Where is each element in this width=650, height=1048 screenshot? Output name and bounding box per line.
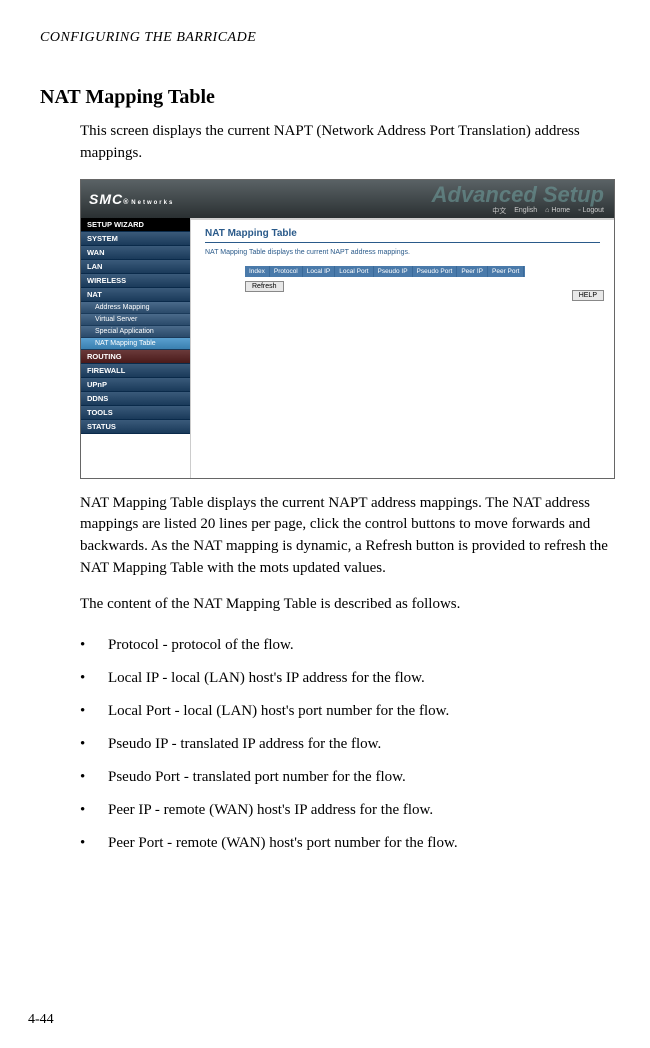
col-pseudo-port: Pseudo Port xyxy=(413,266,458,277)
intro-paragraph: This screen displays the current NAPT (N… xyxy=(80,121,610,165)
nav-address-mapping[interactable]: Address Mapping xyxy=(81,302,190,314)
list-item: Local Port - local (LAN) host's port num… xyxy=(80,695,610,728)
nav-nat[interactable]: NAT xyxy=(81,288,190,302)
nav-setup-wizard[interactable]: SETUP WIZARD xyxy=(81,218,190,232)
logo-text: SMC xyxy=(89,191,123,207)
logo-subtitle: Networks xyxy=(131,200,174,206)
nav-tools[interactable]: TOOLS xyxy=(81,406,190,420)
col-index: Index xyxy=(245,266,270,277)
list-item: Pseudo IP - translated IP address for th… xyxy=(80,728,610,761)
screenshot-sidebar: SETUP WIZARD SYSTEM WAN LAN WIRELESS NAT… xyxy=(81,218,191,478)
logout-icon: ◦ xyxy=(578,207,580,214)
topbar-links: 中文 English ⌂Home ◦Logout xyxy=(492,206,604,216)
list-item: Peer Port - remote (WAN) host's port num… xyxy=(80,827,610,860)
col-peer-ip: Peer IP xyxy=(457,266,488,277)
home-icon: ⌂ xyxy=(545,207,549,214)
nav-wireless[interactable]: WIRELESS xyxy=(81,274,190,288)
list-item: Peer IP - remote (WAN) host's IP address… xyxy=(80,794,610,827)
list-item: Protocol - protocol of the flow. xyxy=(80,629,610,662)
col-protocol: Protocol xyxy=(270,266,303,277)
nav-wan[interactable]: WAN xyxy=(81,246,190,260)
nav-upnp[interactable]: UPnP xyxy=(81,378,190,392)
screenshot-body: SETUP WIZARD SYSTEM WAN LAN WIRELESS NAT… xyxy=(81,218,614,478)
panel-description: NAT Mapping Table displays the current N… xyxy=(205,249,600,256)
page-header: CONFIGURING THE BARRICADE xyxy=(40,30,610,46)
col-pseudo-ip: Pseudo IP xyxy=(374,266,413,277)
nav-system[interactable]: SYSTEM xyxy=(81,232,190,246)
screenshot-content: NAT Mapping Table NAT Mapping Table disp… xyxy=(191,218,614,478)
paragraph-3: The content of the NAT Mapping Table is … xyxy=(80,594,610,616)
nav-status[interactable]: STATUS xyxy=(81,420,190,434)
refresh-container: Refresh xyxy=(245,281,600,292)
table-header-row: Index Protocol Local IP Local Port Pseud… xyxy=(245,266,525,277)
help-button[interactable]: HELP xyxy=(572,290,604,301)
nav-special-application[interactable]: Special Application xyxy=(81,326,190,338)
nav-routing[interactable]: ROUTING xyxy=(81,350,190,364)
col-local-port: Local Port xyxy=(335,266,373,277)
screenshot-embed: SMC® Networks Advanced Setup 中文 English … xyxy=(80,179,615,479)
home-link[interactable]: ⌂Home xyxy=(545,206,570,216)
nav-ddns[interactable]: DDNS xyxy=(81,392,190,406)
logout-link[interactable]: ◦Logout xyxy=(578,206,604,216)
logo-reg: ® xyxy=(123,199,129,206)
advanced-setup-heading: Advanced Setup xyxy=(432,182,604,208)
section-title: NAT Mapping Table xyxy=(40,86,610,109)
smc-logo: SMC® Networks xyxy=(89,191,174,207)
list-item: Local IP - local (LAN) host's IP address… xyxy=(80,662,610,695)
nav-nat-mapping-table[interactable]: NAT Mapping Table xyxy=(81,338,190,350)
refresh-button[interactable]: Refresh xyxy=(245,281,284,292)
panel-title: NAT Mapping Table xyxy=(205,228,600,243)
nav-firewall[interactable]: FIREWALL xyxy=(81,364,190,378)
lang-english-link[interactable]: English xyxy=(514,206,537,216)
col-peer-port: Peer Port xyxy=(488,266,524,277)
col-local-ip: Local IP xyxy=(303,266,336,277)
nav-virtual-server[interactable]: Virtual Server xyxy=(81,314,190,326)
screenshot-topbar: SMC® Networks Advanced Setup 中文 English … xyxy=(81,180,614,218)
list-item: Pseudo Port - translated port number for… xyxy=(80,761,610,794)
paragraph-2: NAT Mapping Table displays the current N… xyxy=(80,493,610,580)
lang-chinese-link[interactable]: 中文 xyxy=(492,206,506,216)
page-number: 4-44 xyxy=(28,1012,54,1028)
help-container: HELP xyxy=(572,290,604,301)
nav-lan[interactable]: LAN xyxy=(81,260,190,274)
bullet-list: Protocol - protocol of the flow. Local I… xyxy=(80,629,610,860)
